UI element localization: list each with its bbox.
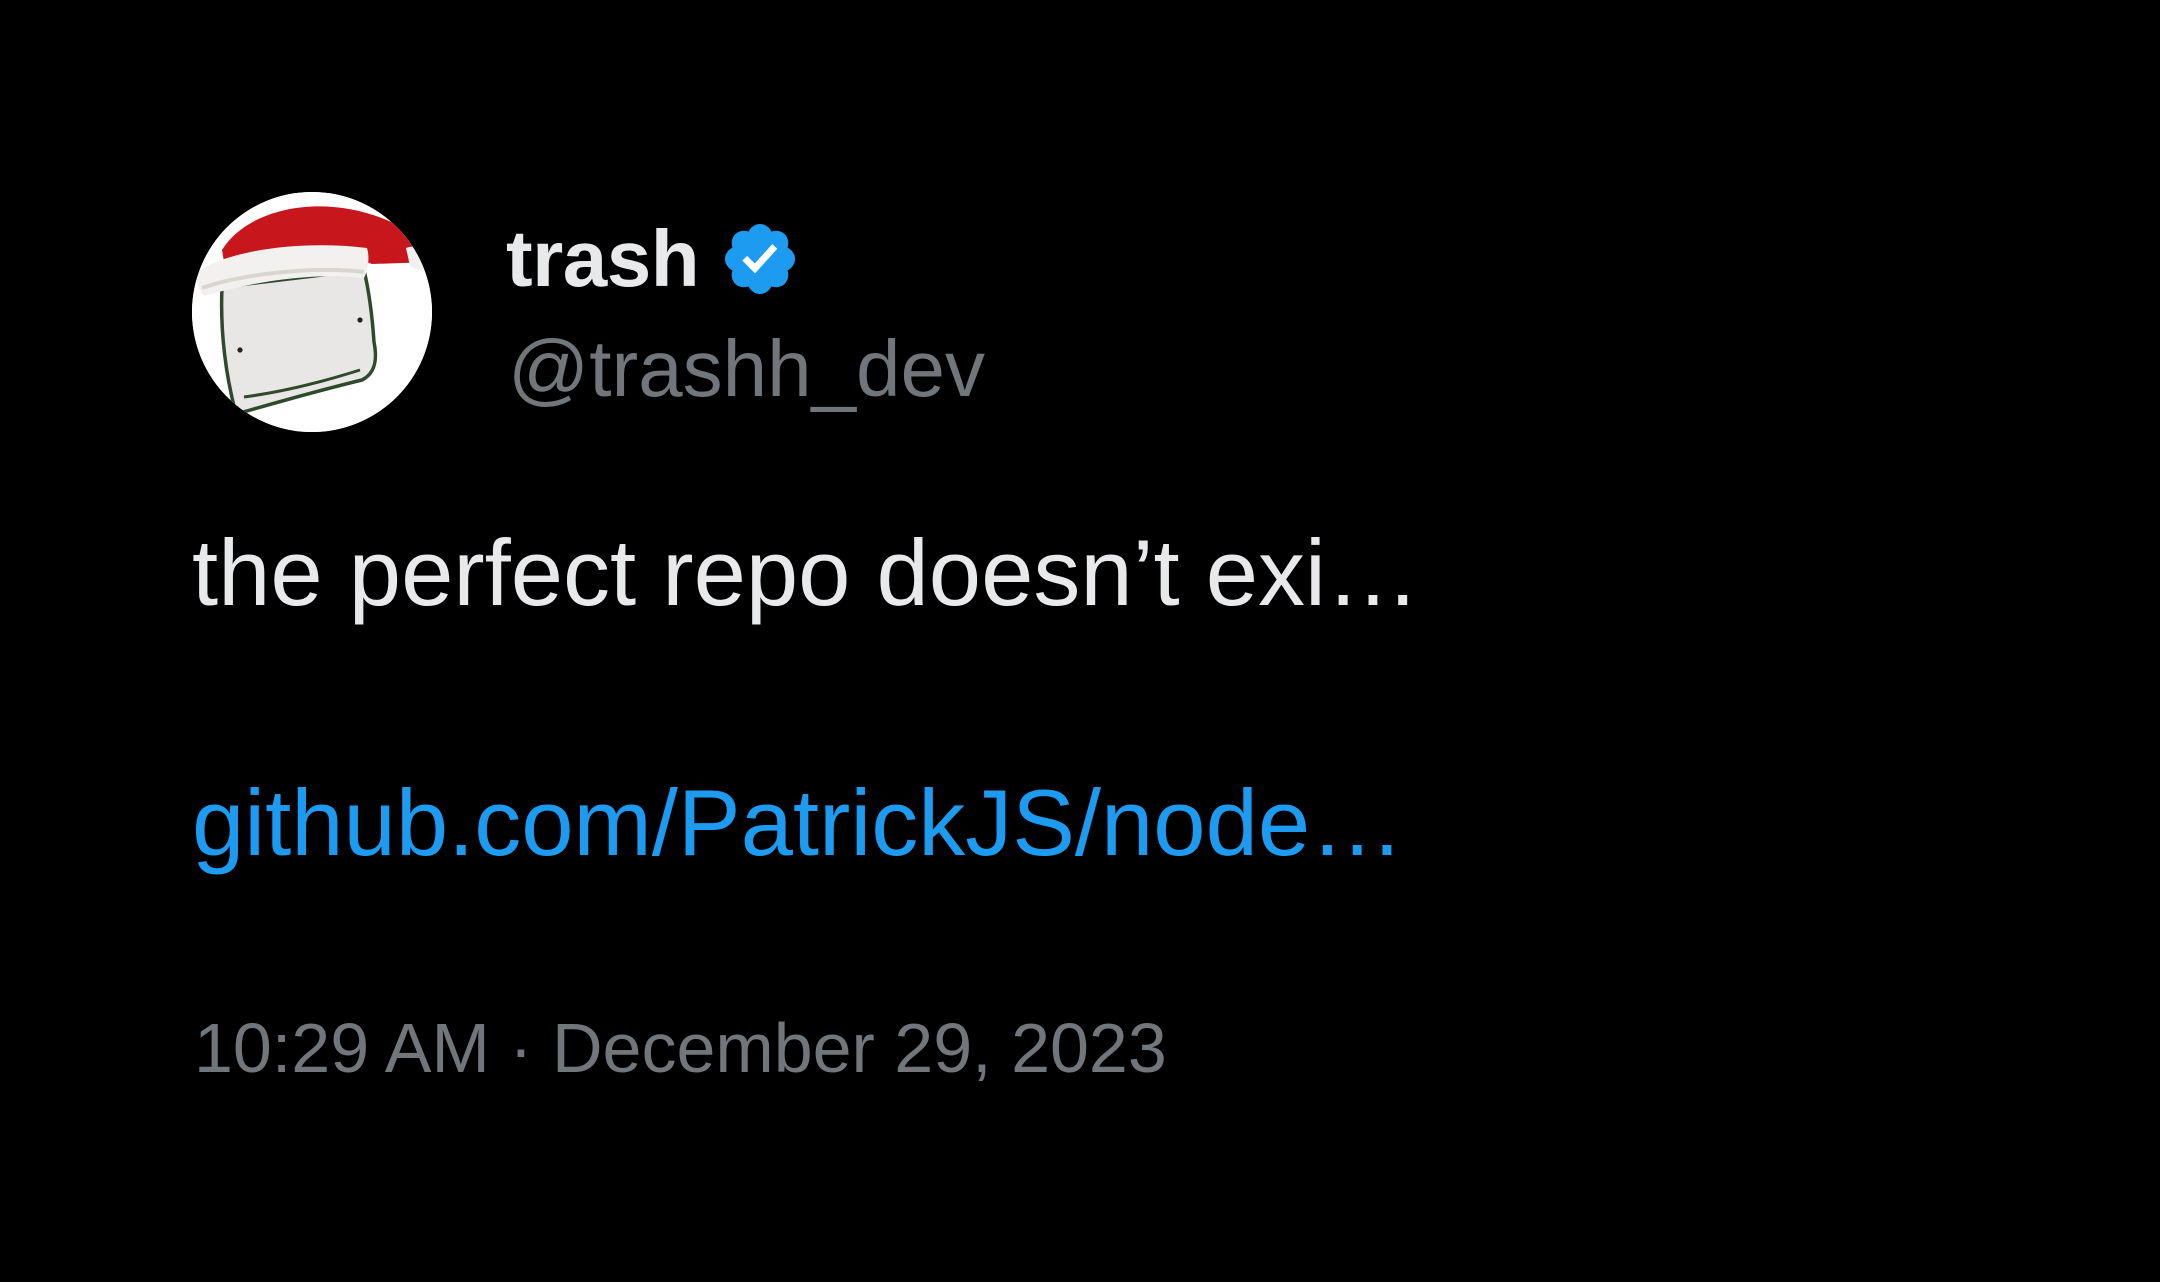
tweet-link[interactable]: github.com/PatrickJS/node…	[192, 768, 1404, 878]
display-name: trash	[506, 214, 700, 303]
avatar[interactable]	[192, 192, 432, 432]
tweet-card: trash @trashh_dev the perfect repo doesn…	[0, 0, 2160, 1282]
display-name-row[interactable]: trash	[506, 214, 801, 304]
tweet-timestamp[interactable]: 10:29 AM · December 29, 2023	[194, 1008, 1167, 1088]
tweet-text: the perfect repo doesn’t exi…	[192, 520, 1420, 625]
avatar-image	[192, 192, 432, 432]
user-handle[interactable]: @trashh_dev	[508, 324, 985, 414]
verified-badge-icon	[719, 218, 801, 300]
